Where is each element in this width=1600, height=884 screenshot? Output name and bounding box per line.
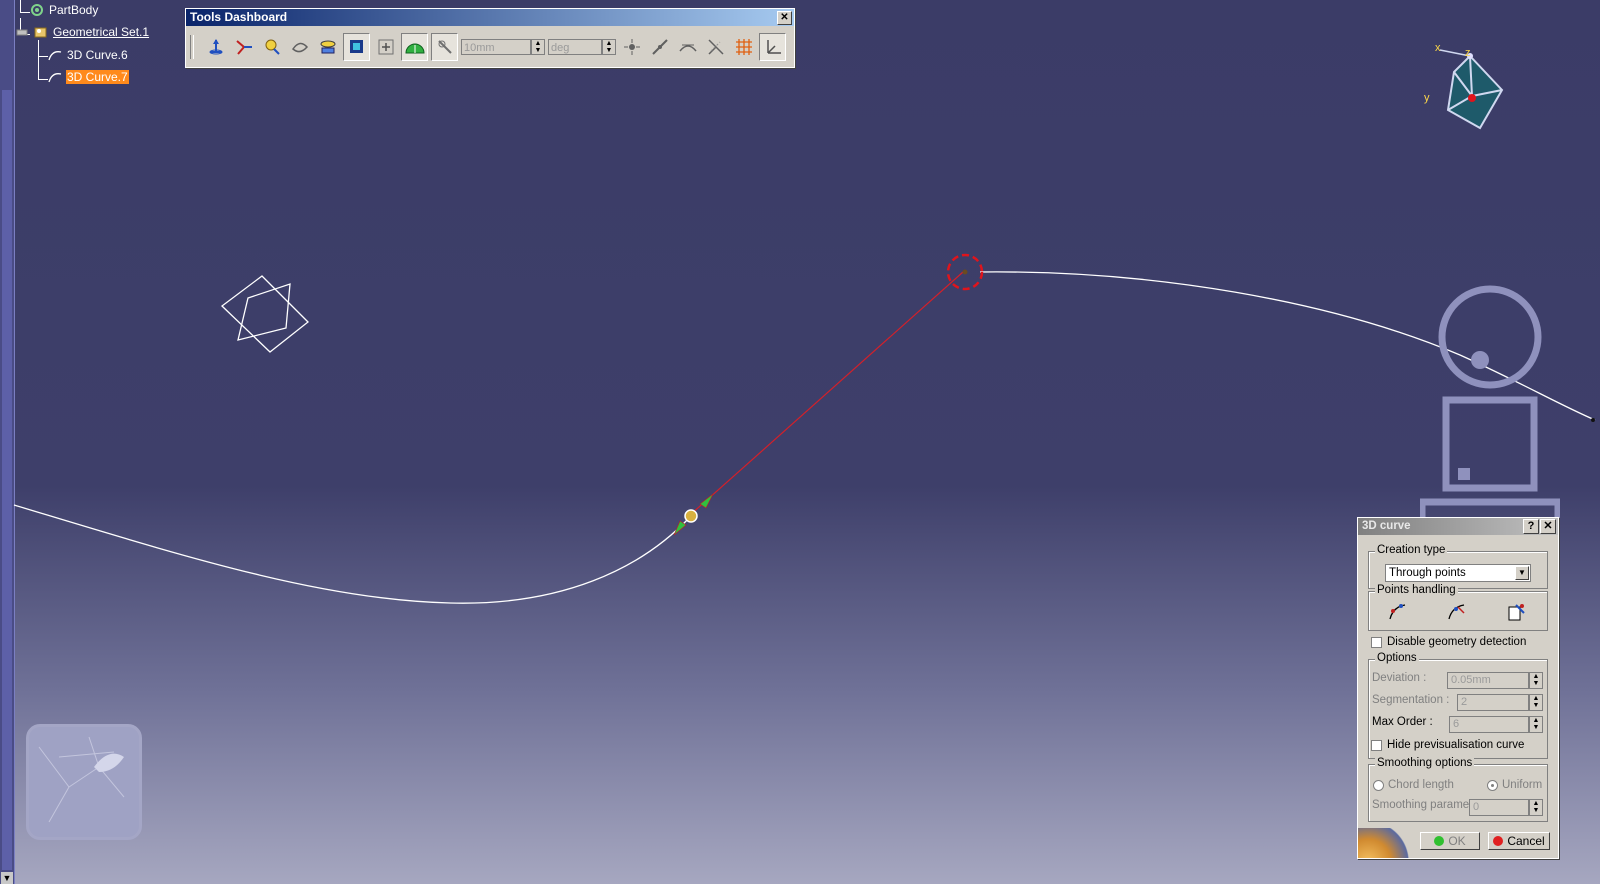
points-handling-label: Points handling (1375, 584, 1458, 596)
smoothing-parameter-field[interactable]: 0 ▲ ▼ (1469, 799, 1543, 816)
cancel-button[interactable]: Cancel (1488, 832, 1550, 850)
smoothing-parameter-row: Smoothing parameter (1372, 799, 1483, 811)
minimap-icon[interactable] (26, 724, 142, 840)
hide-previs-label: Hide previsualisation curve (1387, 739, 1525, 751)
edit-point-button[interactable] (1504, 600, 1530, 624)
segmentation-value[interactable]: 2 (1457, 694, 1529, 711)
chord-length-label: Chord length (1388, 779, 1454, 791)
3d-curve-dialog: 3D curve ? ✕ Creation type Through point… (1357, 517, 1559, 859)
deviation-row: Deviation : (1372, 672, 1426, 684)
help-icon[interactable]: ? (1523, 519, 1539, 534)
curve-left-segment[interactable] (13, 504, 691, 604)
checkbox-box[interactable] (1371, 739, 1382, 751)
deviation-value[interactable]: 0.05mm (1447, 672, 1529, 689)
segmentation-spin-arrows[interactable]: ▲ ▼ (1529, 694, 1543, 711)
creation-type-select[interactable]: Through points ▼ (1385, 564, 1531, 582)
points-handling-group: Points handling (1368, 584, 1548, 631)
max-order-value[interactable]: 6 (1449, 716, 1529, 733)
max-order-field[interactable]: 6 ▲ ▼ (1449, 716, 1543, 733)
uniform-label: Uniform (1502, 779, 1543, 791)
dialog-corner-graphic (1358, 828, 1414, 858)
close-icon[interactable]: ✕ (1540, 519, 1556, 534)
creation-type-value: Through points (1389, 567, 1466, 579)
hide-previsualisation-checkbox[interactable]: Hide previsualisation curve (1371, 739, 1524, 751)
segmentation-label: Segmentation : (1372, 694, 1450, 706)
dialog-titlebar[interactable]: 3D curve ? ✕ (1358, 518, 1558, 535)
dialog-title: 3D curve (1362, 520, 1411, 532)
tangent-line[interactable] (689, 271, 964, 516)
cancel-label: Cancel (1507, 834, 1545, 848)
control-point-handle[interactable] (684, 509, 698, 523)
endpoint-marker (962, 269, 968, 275)
smoothing-spin-arrows[interactable]: ▲ ▼ (1529, 799, 1543, 816)
ok-label: OK (1448, 834, 1466, 848)
remove-point-button[interactable] (1444, 600, 1470, 624)
plane-glyph-icon (220, 275, 309, 353)
compass-x-label: x (1435, 42, 1441, 54)
insert-point-button[interactable] (1385, 600, 1411, 624)
max-order-spin-arrows[interactable]: ▲ ▼ (1529, 716, 1543, 733)
smoothing-parameter-label: Smoothing parameter (1372, 799, 1483, 811)
options-label: Options (1375, 652, 1419, 664)
cancel-lamp-icon (1493, 836, 1504, 846)
uniform-radio[interactable]: Uniform (1487, 779, 1542, 791)
smoothing-options-group: Smoothing options Chord length Uniform S… (1368, 757, 1548, 822)
deviation-field[interactable]: 0.05mm ▲ ▼ (1447, 672, 1543, 689)
ok-lamp-icon (1434, 836, 1445, 846)
view-navigation-controls (1420, 280, 1560, 520)
ok-button[interactable]: OK (1420, 832, 1480, 850)
smoothing-parameter-value[interactable]: 0 (1469, 799, 1529, 816)
segmentation-field[interactable]: 2 ▲ ▼ (1457, 694, 1543, 711)
max-order-row: Max Order : (1372, 716, 1433, 728)
disable-geometry-checkbox[interactable]: Disable geometry detection (1371, 636, 1526, 648)
chord-length-radio[interactable]: Chord length (1373, 779, 1454, 791)
segmentation-row: Segmentation : (1372, 694, 1449, 706)
radio-dot[interactable] (1373, 779, 1384, 791)
radio-dot[interactable] (1487, 779, 1498, 791)
max-order-label: Max Order : (1372, 716, 1433, 728)
deviation-spin-arrows[interactable]: ▲ ▼ (1529, 672, 1543, 689)
smoothing-options-label: Smoothing options (1375, 757, 1475, 769)
deviation-label: Deviation : (1372, 672, 1427, 684)
compass-y-label: y (1424, 92, 1430, 104)
chevron-down-icon[interactable]: ▼ (1515, 566, 1529, 580)
disable-geometry-label: Disable geometry detection (1387, 636, 1527, 648)
compass-z-label: z (1465, 47, 1471, 59)
compass-widget[interactable]: x z y (1420, 38, 1510, 133)
creation-type-label: Creation type (1375, 544, 1448, 556)
curve-end-point[interactable] (1591, 418, 1595, 422)
checkbox-box[interactable] (1371, 636, 1382, 648)
